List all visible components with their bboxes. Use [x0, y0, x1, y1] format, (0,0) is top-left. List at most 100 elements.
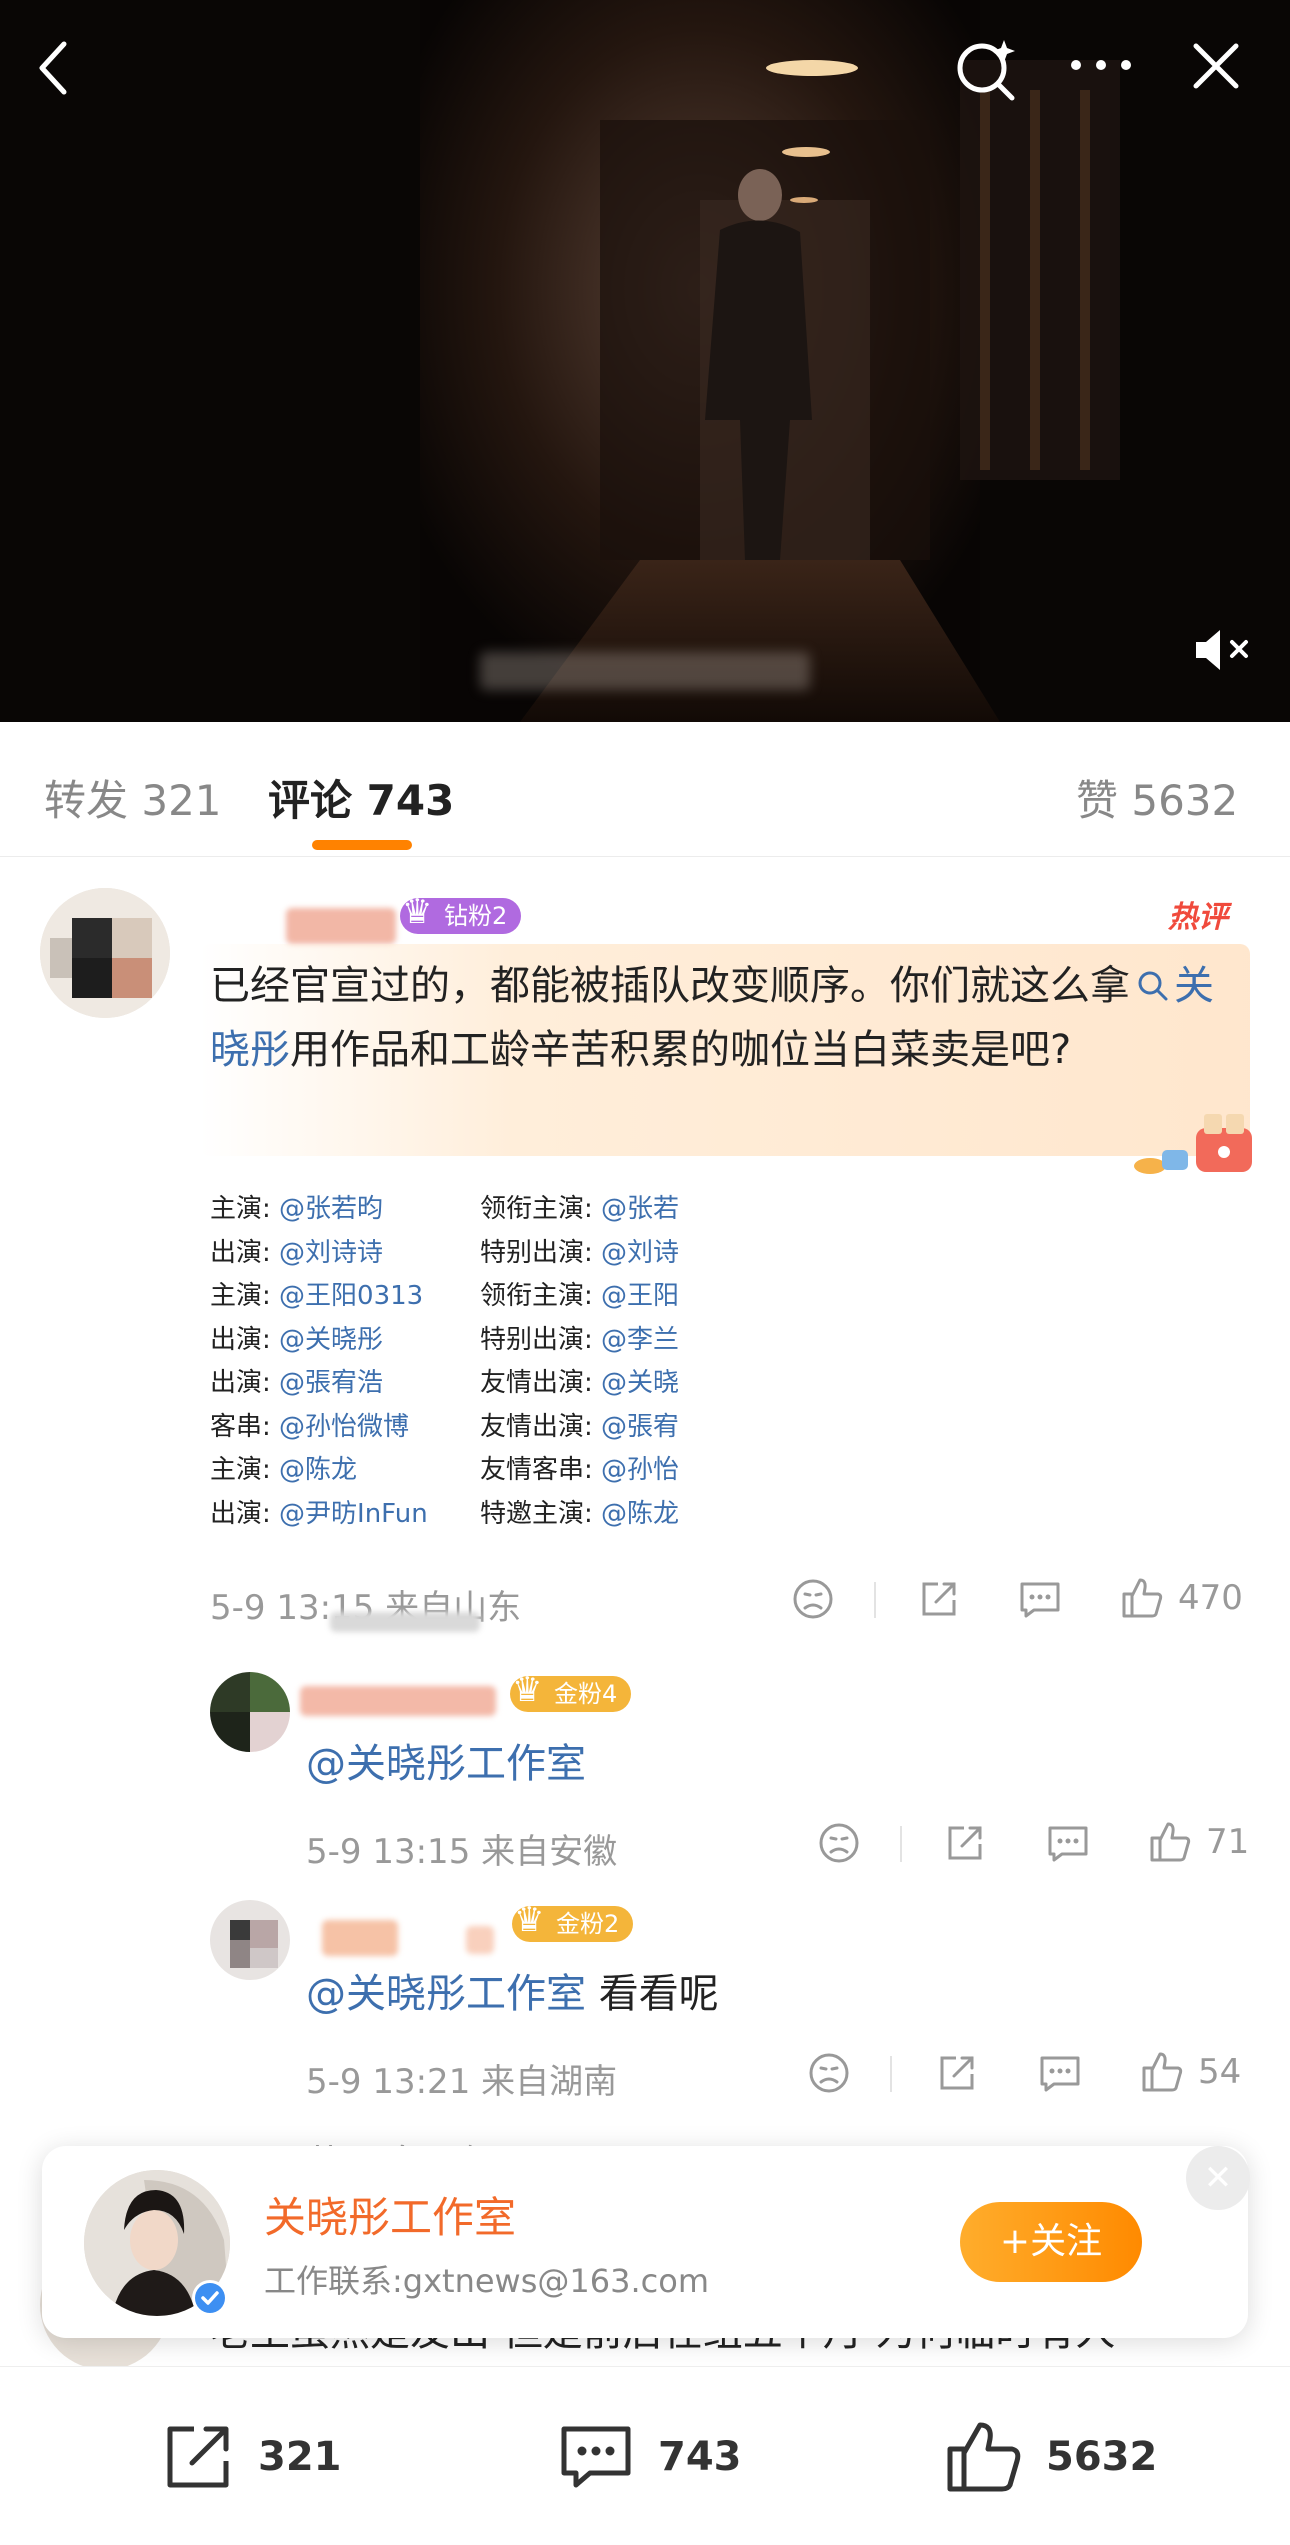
- avatar[interactable]: [40, 888, 170, 1018]
- like-button[interactable]: 54: [1140, 2050, 1241, 2094]
- repost-button[interactable]: 321: [160, 2367, 342, 2545]
- close-card-icon[interactable]: ✕: [1186, 2146, 1250, 2210]
- studio-name[interactable]: 关晓彤工作室: [264, 2184, 516, 2245]
- cast-list-image[interactable]: 主演: @张若昀 出演: @刘诗诗 主演: @王阳0313 出演: @关晓彤 出演: @…: [210, 1188, 710, 1548]
- username-blurred[interactable]: [322, 1920, 398, 1956]
- search-sparkle-icon[interactable]: [952, 34, 1022, 108]
- share-icon[interactable]: [918, 1578, 960, 1629]
- cast-row: 出演: @刘诗诗: [210, 1232, 450, 1276]
- cast-mention[interactable]: @陈龙: [271, 1455, 357, 1485]
- follow-button[interactable]: +关注: [960, 2202, 1142, 2282]
- share-icon[interactable]: [936, 2052, 978, 2103]
- crown-icon: ♛: [512, 1670, 543, 1710]
- more-dots-icon[interactable]: [1066, 50, 1136, 84]
- cast-mention[interactable]: @王阳0313: [271, 1281, 423, 1311]
- cast-mention[interactable]: @关晓: [593, 1368, 679, 1398]
- like-button[interactable]: 5632: [944, 2367, 1157, 2545]
- studio-contact: 工作联系:gxtnews@163.com: [264, 2262, 709, 2300]
- dislike-icon[interactable]: [792, 1578, 834, 1629]
- cast-mention[interactable]: @陈龙: [593, 1499, 679, 1529]
- close-icon[interactable]: [1190, 40, 1242, 96]
- avatar[interactable]: [210, 1900, 290, 1980]
- back-icon[interactable]: [30, 38, 80, 102]
- verified-icon: [195, 2283, 225, 2313]
- cast-mention[interactable]: @張宥: [593, 1412, 679, 1442]
- reply-icon[interactable]: [1038, 2052, 1082, 2103]
- reply-meta: 5-9 13:15 来自安徽: [306, 1832, 618, 1872]
- thumb-up-icon: [947, 2422, 1021, 2491]
- crown-icon: ♛: [402, 892, 433, 932]
- cast-mention[interactable]: @张若: [593, 1194, 679, 1224]
- cast-role: 主演:: [210, 1455, 271, 1485]
- cast-mention[interactable]: @关晓彤: [271, 1325, 383, 1355]
- comment-text: 已经官宣过的，都能被插队改变顺序。你们就这么拿 关晓彤用作品和工龄辛苦积累的咖位当…: [210, 963, 1214, 1073]
- cast-row: 特别出演: @刘诗: [480, 1232, 710, 1276]
- cast-row: 客串: @孙怡微博: [210, 1406, 450, 1450]
- cast-role: 领衔主演:: [480, 1194, 593, 1224]
- cast-role: 出演:: [210, 1324, 271, 1355]
- cast-mention[interactable]: @刘诗: [593, 1238, 679, 1268]
- divider: [900, 1826, 902, 1862]
- cast-row: 出演: @張宥浩: [210, 1362, 450, 1406]
- follow-card[interactable]: 关晓彤工作室 工作联系:gxtnews@163.com +关注: [42, 2146, 1248, 2338]
- comment-icon: [561, 2426, 631, 2487]
- cast-row: 主演: @王阳0313: [210, 1275, 450, 1319]
- share-icon[interactable]: [944, 1822, 986, 1873]
- mention-link[interactable]: @关晓彤工作室: [306, 1971, 586, 2017]
- thumb-up-icon: [1150, 1822, 1191, 1862]
- cast-mention[interactable]: @尹昉InFun: [271, 1499, 428, 1529]
- mention-link[interactable]: @关晓彤工作室: [306, 1732, 586, 1796]
- dislike-icon[interactable]: [808, 2052, 850, 2103]
- like-button[interactable]: 71: [1148, 1820, 1249, 1864]
- speaker-muted-icon[interactable]: [1192, 624, 1256, 680]
- cast-mention[interactable]: @孙怡微博: [271, 1412, 409, 1442]
- tab-likes[interactable]: 赞 5632: [1076, 767, 1238, 828]
- divider: [890, 2056, 892, 2092]
- video-player[interactable]: [0, 0, 1290, 722]
- cast-role: 特别出演:: [480, 1237, 593, 1268]
- toaster-sticker-icon: [1130, 1110, 1260, 1180]
- cast-mention[interactable]: @孙怡: [593, 1455, 679, 1485]
- reply-text: @关晓彤工作室 看看呢: [306, 1971, 719, 2017]
- username-blurred: [466, 1926, 494, 1954]
- cast-role: 特邀主演:: [480, 1498, 593, 1529]
- thumb-up-icon: [1122, 1578, 1163, 1618]
- tab-repost[interactable]: 转发 321: [44, 767, 222, 828]
- avatar[interactable]: [210, 1672, 290, 1752]
- cast-row: 领衔主演: @王阳: [480, 1275, 710, 1319]
- tab-comments[interactable]: 评论 743: [268, 767, 454, 828]
- cast-mention[interactable]: @刘诗诗: [271, 1238, 383, 1268]
- reply-icon[interactable]: [1018, 1578, 1062, 1629]
- comment-button[interactable]: 743: [556, 2367, 742, 2545]
- username-blurred[interactable]: [300, 1686, 496, 1716]
- cast-row: 出演: @关晓彤: [210, 1319, 450, 1363]
- comment-tabs: 转发 321 评论 743 赞 5632: [0, 722, 1290, 857]
- cast-role: 主演:: [210, 1281, 271, 1311]
- cast-row: 友情出演: @关晓: [480, 1362, 710, 1406]
- username-blurred[interactable]: [286, 908, 396, 944]
- bottom-action-bar: 321 743 5632: [0, 2366, 1290, 2545]
- cast-mention[interactable]: @張宥浩: [271, 1368, 383, 1398]
- cast-role: 出演:: [210, 1498, 271, 1529]
- cast-mention[interactable]: @李兰: [593, 1325, 679, 1355]
- cast-role: 友情出演:: [480, 1368, 593, 1398]
- cast-role: 友情出演:: [480, 1411, 593, 1442]
- cast-row: 主演: @陈龙: [210, 1449, 450, 1493]
- crown-icon: ♛: [514, 1900, 545, 1940]
- repost-icon: [167, 2426, 229, 2487]
- dislike-icon[interactable]: [818, 1822, 860, 1873]
- reply-icon[interactable]: [1046, 1822, 1090, 1873]
- thumb-up-icon: [1142, 2052, 1183, 2092]
- cast-role: 主演:: [210, 1194, 271, 1224]
- cast-role: 客串:: [210, 1411, 271, 1442]
- cast-row: 友情出演: @張宥: [480, 1406, 710, 1450]
- subtitle-blurred: [480, 652, 810, 690]
- fan-badge: ♛ 钻粉2: [400, 892, 522, 934]
- cast-role: 友情客串:: [480, 1455, 593, 1485]
- cast-mention[interactable]: @张若昀: [271, 1194, 383, 1224]
- cast-column-left: 主演: @张若昀 出演: @刘诗诗 主演: @王阳0313 出演: @关晓彤 出演: @…: [210, 1188, 450, 1536]
- verified-badge: [192, 2280, 228, 2316]
- cast-mention[interactable]: @王阳: [593, 1281, 679, 1311]
- cast-row: 特邀主演: @陈龙: [480, 1493, 710, 1537]
- like-button[interactable]: 470: [1120, 1576, 1243, 1620]
